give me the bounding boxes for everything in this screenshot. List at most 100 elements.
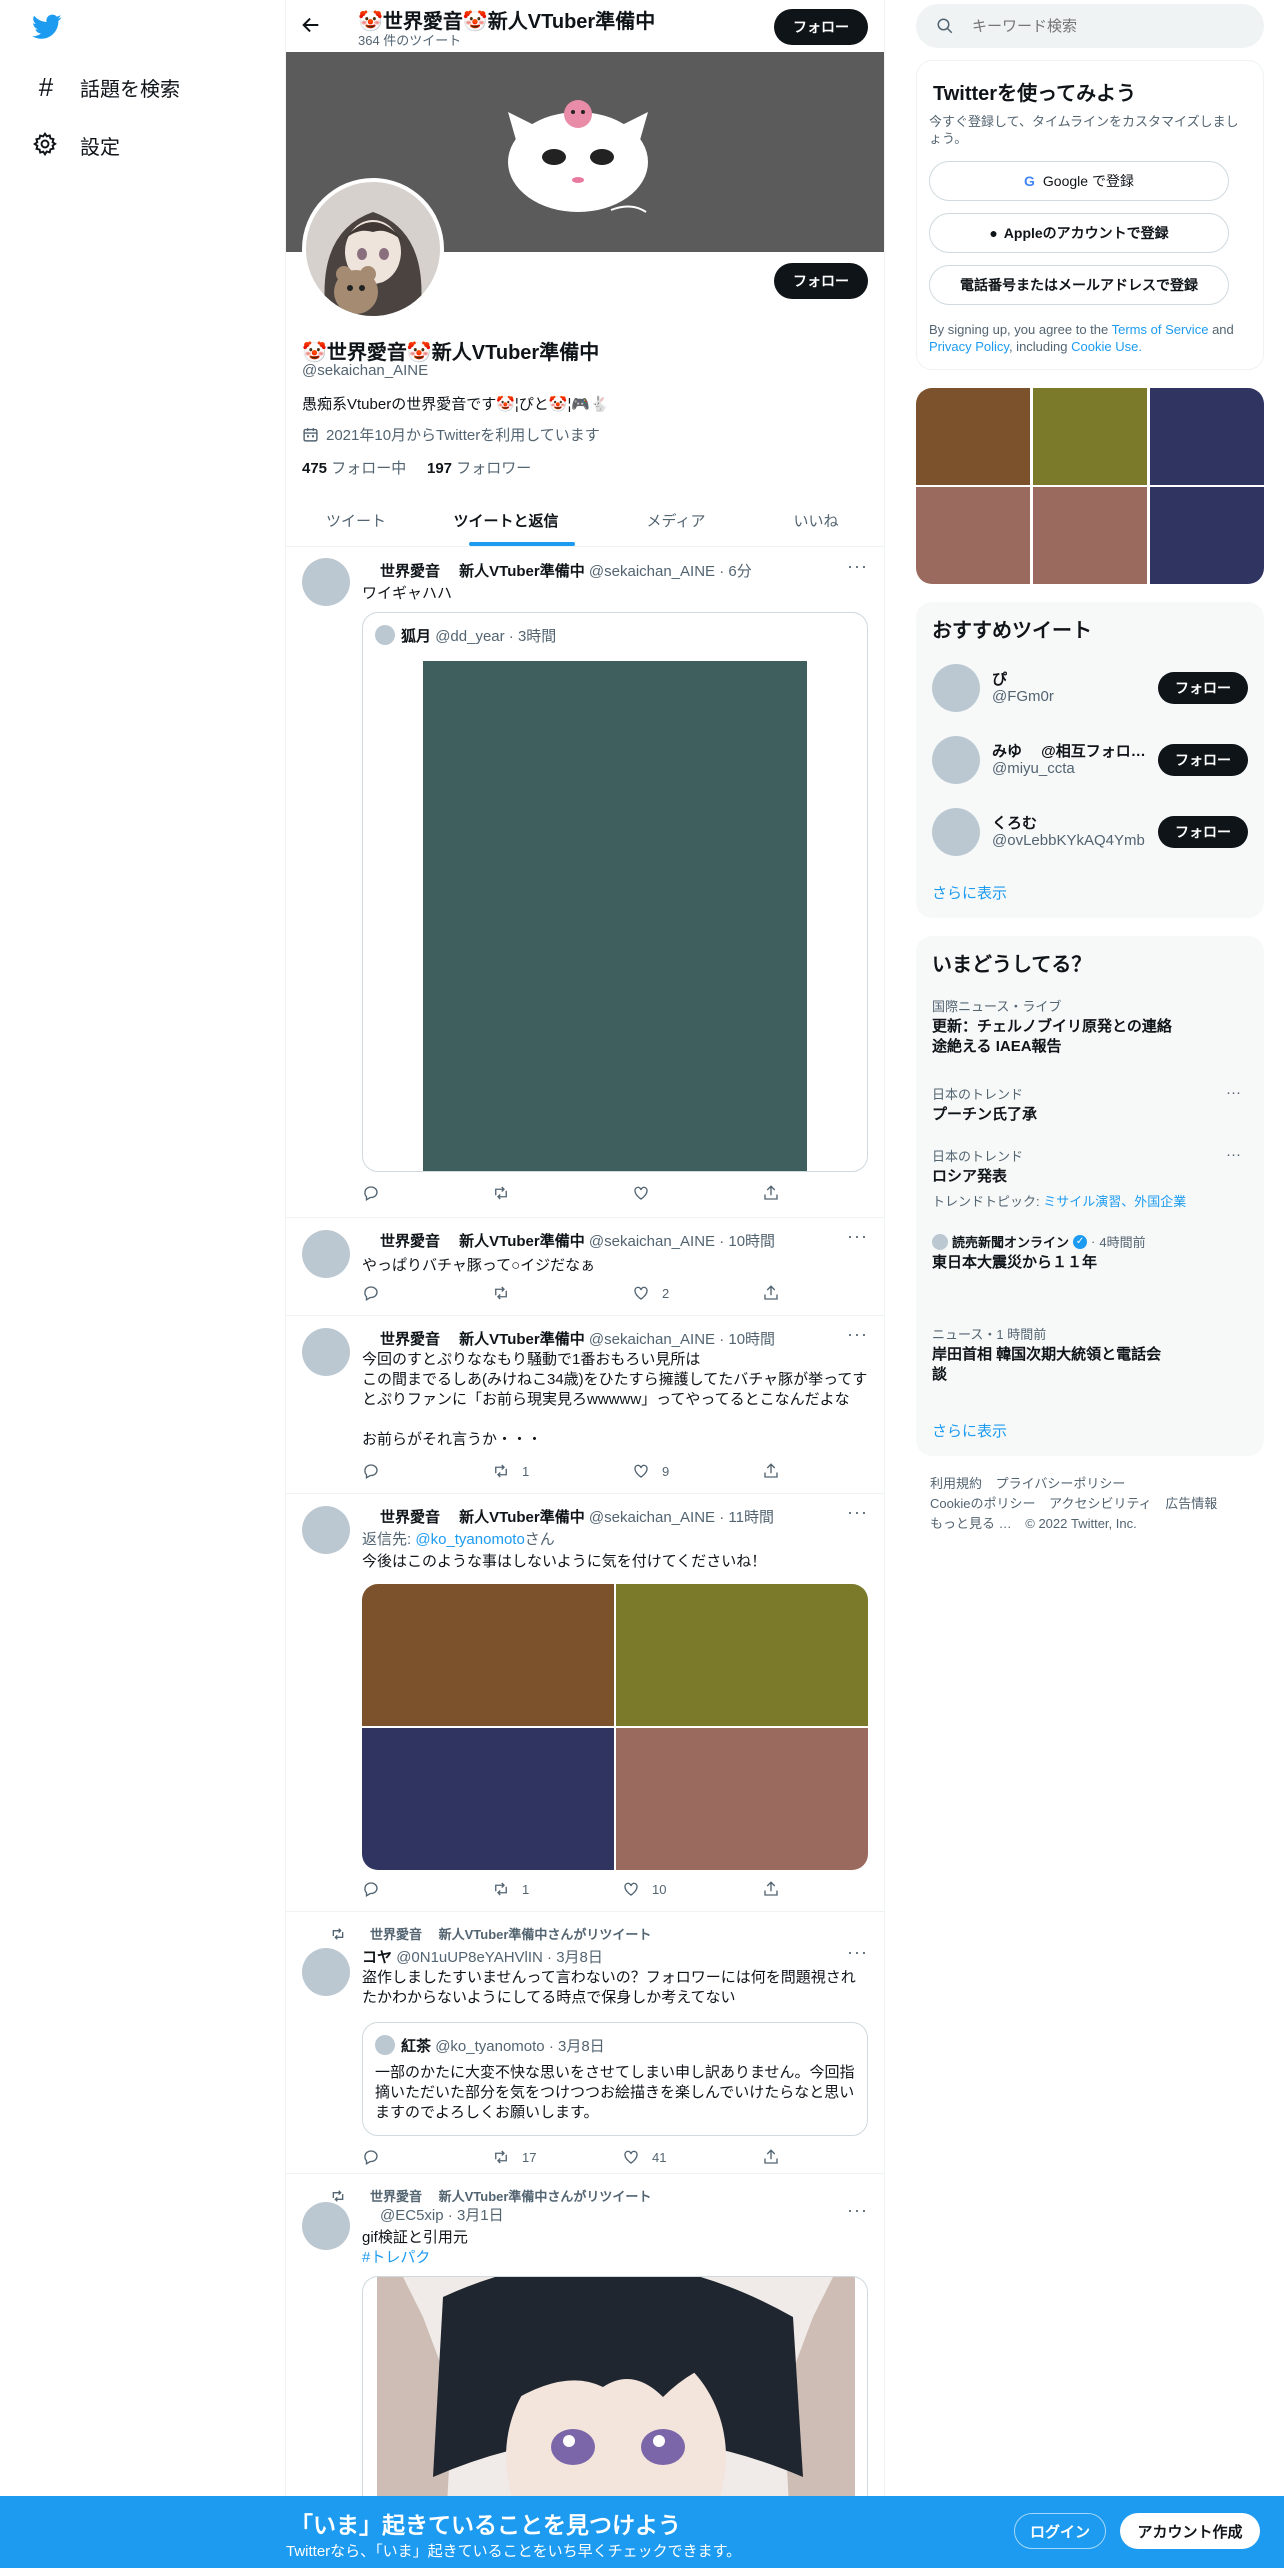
apple-signup-button[interactable]: ● Appleのアカウントで登録 [929,213,1229,253]
tweet-author-handle[interactable]: @EC5xip [380,2207,444,2224]
sidebar-item-settings[interactable]: 設定 [32,128,120,162]
more-options-icon[interactable]: ··· [847,1324,868,1345]
trend-item[interactable]: 読売新聞オンライン ✓ · 4時間前 東日本大震災から１１年 [932,1232,1252,1273]
tweet-author-handle[interactable]: @sekaichan_AINE [589,1509,715,1526]
reply-button[interactable] [362,1462,392,1480]
tweet-author-name[interactable]: 世界愛音 新人VTuber準備中 [380,563,585,580]
follow-button[interactable]: フォロー [1158,672,1248,704]
like-button[interactable]: 9 [632,1462,669,1480]
avatar[interactable] [302,558,350,606]
more-options-icon[interactable]: ··· [1226,1146,1241,1163]
google-signup-button[interactable]: G Google で登録 [929,161,1229,201]
avatar[interactable] [302,1506,350,1554]
reply-to-link[interactable]: @ko_tyanomoto [415,1531,524,1548]
recommended-user[interactable]: ぴ @FGm0r フォロー [932,662,1252,714]
tweet[interactable]: 世界愛音 新人VTuber準備中 @sekaichan_AINE · 10時間 … [286,1316,884,1494]
followers-link[interactable]: 197 フォロワー [427,457,531,478]
media-thumbnail[interactable] [916,487,1030,584]
avatar[interactable] [302,1328,350,1376]
tab-tweets-replies[interactable]: ツイートと返信 [436,494,576,546]
follow-button[interactable]: フォロー [1158,744,1248,776]
footer-link[interactable]: プライバシーポリシー [996,1476,1126,1491]
reply-button[interactable] [362,1284,392,1302]
media-thumbnail[interactable] [1033,487,1147,584]
tab-tweets[interactable]: ツイート [286,494,426,546]
profile-avatar[interactable] [302,178,444,320]
more-options-icon[interactable]: ··· [847,1226,868,1247]
tweet-time[interactable]: 10時間 [728,1233,775,1250]
back-arrow-icon[interactable] [300,14,324,38]
reply-button[interactable] [362,1880,392,1898]
tweet-time[interactable]: 11時間 [728,1509,774,1526]
like-button[interactable]: 2 [632,1284,669,1302]
terms-link[interactable]: Terms of Service [1112,322,1209,337]
avatar[interactable] [302,1948,350,1996]
signup-button[interactable]: アカウント作成 [1120,2513,1260,2549]
media-thumbnail[interactable] [916,388,1030,485]
retweet-button[interactable]: 17 [492,2148,536,2166]
tweet-author-name[interactable]: コヤ [362,1949,392,1966]
footer-link[interactable]: Cookieのポリシー [930,1496,1035,1511]
tweet-time[interactable]: 10時間 [728,1331,775,1348]
tweet[interactable]: 世界愛音 新人VTuber準備中 @sekaichan_AINE · 6分 ··… [286,548,884,1218]
following-link[interactable]: 475 フォロー中 [302,457,406,478]
tab-likes[interactable]: いいね [756,494,876,546]
retweet-button[interactable]: 1 [492,1880,529,1898]
tab-media[interactable]: メディア [616,494,736,546]
follow-button[interactable]: フォロー [1158,816,1248,848]
search-box[interactable] [916,4,1264,48]
more-options-icon[interactable]: ··· [847,1942,868,1963]
footer-link[interactable]: 利用規約 [930,1476,982,1491]
tweet-time[interactable]: 6分 [728,563,751,580]
media-image[interactable] [616,1584,868,1726]
more-options-icon[interactable]: ··· [847,1502,868,1523]
sidebar-item-explore[interactable]: # 話題を検索 [32,70,180,104]
more-options-icon[interactable]: ··· [847,556,868,577]
share-button[interactable] [762,1462,780,1480]
share-button[interactable] [762,1184,780,1202]
tweet-author-handle[interactable]: @0N1uUP8eYAHVlIN [396,1949,543,1966]
trend-item[interactable]: ニュース・1 時間前 岸田首相 韓国次期大統領と電話会談 [932,1324,1252,1385]
tweet-author-name[interactable]: 世界愛音 新人VTuber準備中 [380,1509,585,1526]
media-thumbnail[interactable] [1150,388,1264,485]
login-button[interactable]: ログイン [1014,2513,1106,2549]
search-input[interactable] [972,17,1242,35]
privacy-link[interactable]: Privacy Policy [929,339,1009,354]
trends-show-more[interactable]: さらに表示 [932,1420,1007,1441]
trend-item[interactable]: 日本のトレンド ロシア発表 トレンドトピック: ミサイル演習、外国企業 [932,1146,1252,1210]
like-button[interactable]: 10 [622,1880,666,1898]
tweet-author-handle[interactable]: @sekaichan_AINE [589,1233,715,1250]
media-thumbnail[interactable] [1150,487,1264,584]
footer-link[interactable]: 広告情報 [1165,1496,1217,1511]
media-image[interactable] [362,1584,614,1726]
avatar[interactable] [302,1230,350,1278]
tweet-author-handle[interactable]: @sekaichan_AINE [589,1331,715,1348]
recommended-show-more[interactable]: さらに表示 [932,882,1007,903]
retweet-button[interactable]: 1 [492,1462,529,1480]
recommended-user[interactable]: みゆ @相互フォロ… @miyu_ccta フォロー [932,734,1252,786]
tweet-author-name[interactable]: 世界愛音 新人VTuber準備中 [380,1331,585,1348]
reply-button[interactable] [362,2148,392,2166]
tweet-author-handle[interactable]: @sekaichan_AINE [589,563,715,580]
media-image[interactable] [362,1728,614,1870]
footer-link[interactable]: もっと見る … [930,1516,1012,1531]
profile-follow-button[interactable]: フォロー [774,263,868,299]
media-image[interactable] [616,1728,868,1870]
tweet[interactable]: 世界愛音 新人VTuber準備中さんがリツイート コヤ @0N1uUP8eYAH… [286,1912,884,2174]
share-button[interactable] [762,1284,780,1302]
hashtag-link[interactable]: #トレパク [362,2246,430,2267]
tweet-author-name[interactable]: 世界愛音 新人VTuber準備中 [380,1233,585,1250]
avatar[interactable] [302,2202,350,2250]
trend-item[interactable]: 国際ニュース・ライブ 更新：チェルノブイリ原発との連絡途絶える IAEA報告 [932,996,1252,1057]
quoted-media-image[interactable] [423,661,807,1171]
phone-signup-button[interactable]: 電話番号またはメールアドレスで登録 [929,265,1229,305]
reply-button[interactable] [362,1184,392,1202]
header-follow-button[interactable]: フォロー [774,9,868,45]
retweet-button[interactable] [492,1184,522,1202]
more-options-icon[interactable]: ··· [1226,1084,1241,1101]
tweet[interactable]: 世界愛音 新人VTuber準備中 @sekaichan_AINE · 11時間 … [286,1494,884,1912]
like-button[interactable]: 41 [622,2148,666,2166]
media-thumbnail[interactable] [1033,388,1147,485]
quoted-tweet[interactable]: 紅茶 @ko_tyanomoto · 3月8日 一部のかたに大変不快な思いをさせ… [362,2022,868,2136]
more-options-icon[interactable]: ··· [847,2200,868,2221]
